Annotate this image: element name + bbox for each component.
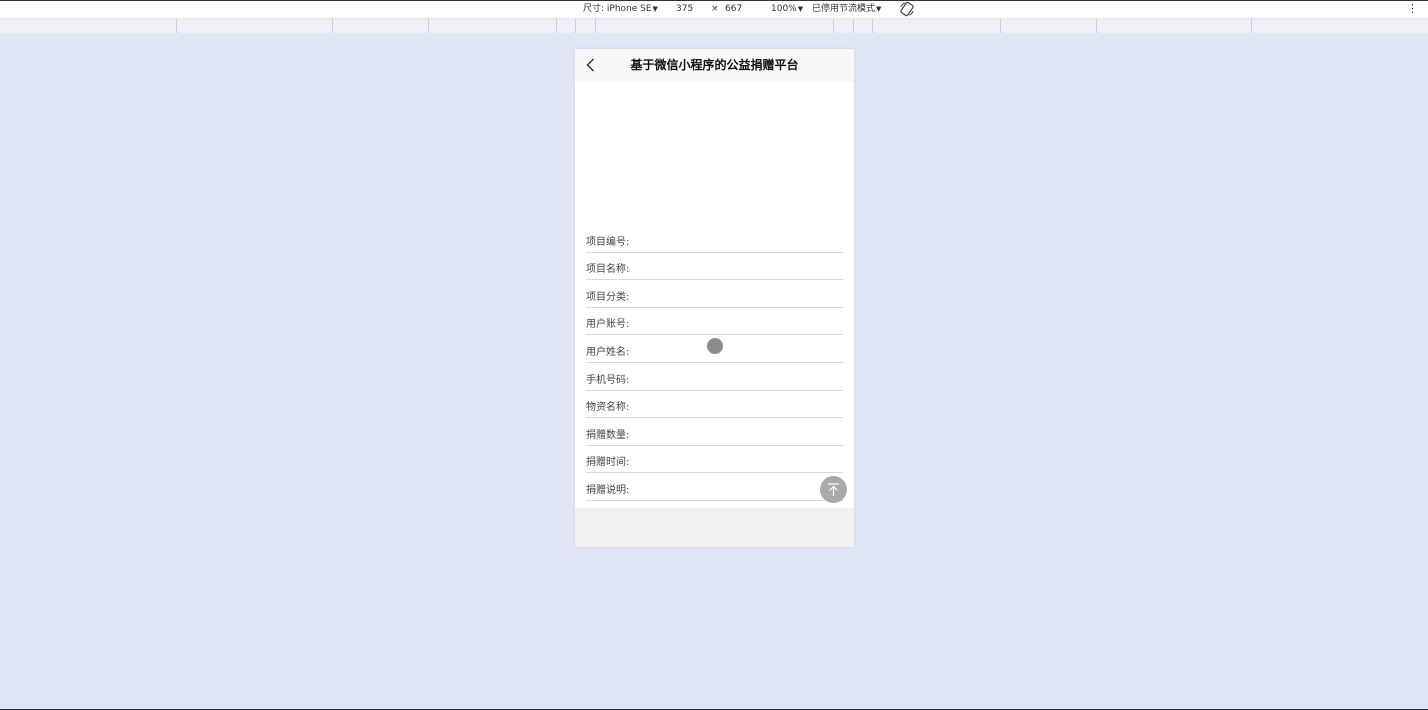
ruler-tick [575,19,576,33]
field-project-number: 项目编号: [586,225,843,253]
field-project-name: 项目名称: [586,253,843,281]
field-label: 手机号码: [586,374,630,386]
caret-down-icon: ▼ [797,5,804,13]
width-field[interactable]: 375 [676,3,693,15]
ruler-tick [595,19,596,33]
more-vertical-icon[interactable]: ⋮ [1407,3,1418,15]
ruler-tick [1000,19,1001,33]
field-label: 捐赠数量: [586,429,630,441]
field-item-name: 物资名称: [586,391,843,419]
rotate-device-icon[interactable] [899,1,915,17]
height-field[interactable]: 667 [725,3,742,15]
field-donation-quantity: 捐赠数量: [586,418,843,446]
devtools-simulator: 尺寸: iPhone SE▼ 375 × 667 100%▼ 已停用节流模式▼ … [0,0,1428,710]
field-phone-number: 手机号码: [586,363,843,391]
navigation-bar: 基于微信小程序的公益捐赠平台 [575,49,854,82]
touch-cursor [707,338,723,354]
throttle-label: 已停用节流模式 [812,4,876,14]
field-donation-time: 捐赠时间: [586,446,843,474]
field-label: 用户姓名: [586,346,630,358]
caret-down-icon: ▼ [652,5,658,13]
field-project-category: 项目分类: [586,280,843,308]
field-label: 项目名称: [586,264,630,276]
ruler-tick [556,19,557,33]
device-select[interactable]: 尺寸: iPhone SE▼ [583,3,658,15]
throttle-select[interactable]: 已停用节流模式▼ [812,3,881,15]
back-to-top-button[interactable] [820,476,847,503]
field-donation-description: 捐赠说明: [586,473,843,501]
footer-bar [575,508,854,547]
back-to-top-icon [828,483,839,496]
device-select-label: 尺寸: iPhone SE [583,4,652,14]
field-label: 用户账号: [586,319,630,331]
donation-detail-form: 项目编号: 项目名称: 项目分类: 用户账号: 用户姓名: 手机号码: 物资名称… [586,225,843,501]
field-label: 物资名称: [586,402,630,414]
caret-down-icon: ▼ [876,5,882,13]
ruler-tick [332,19,333,33]
field-label: 项目分类: [586,291,630,303]
banner-image [575,82,854,222]
ruler-tick [833,19,834,33]
dimension-separator: × [711,4,719,14]
ruler-tick [428,19,429,33]
ruler-tick [1096,19,1097,33]
zoom-select[interactable]: 100%▼ [771,3,803,15]
ruler-tick [872,19,873,33]
media-query-ruler [0,19,1428,34]
field-label: 捐赠时间: [586,457,630,469]
zoom-label: 100% [771,4,797,14]
ruler-tick [1251,19,1252,33]
page-title: 基于微信小程序的公益捐赠平台 [630,58,799,72]
field-label: 捐赠说明: [586,484,630,496]
phone-screen: 基于微信小程序的公益捐赠平台 项目编号: 项目名称: 项目分类: 用户账号: 用… [575,49,854,547]
device-toolbar: 尺寸: iPhone SE▼ 375 × 667 100%▼ 已停用节流模式▼ … [0,1,1428,18]
field-user-account: 用户账号: [586,308,843,336]
ruler-tick [853,19,854,33]
field-label: 项目编号: [586,236,630,248]
ruler-tick [176,19,177,33]
